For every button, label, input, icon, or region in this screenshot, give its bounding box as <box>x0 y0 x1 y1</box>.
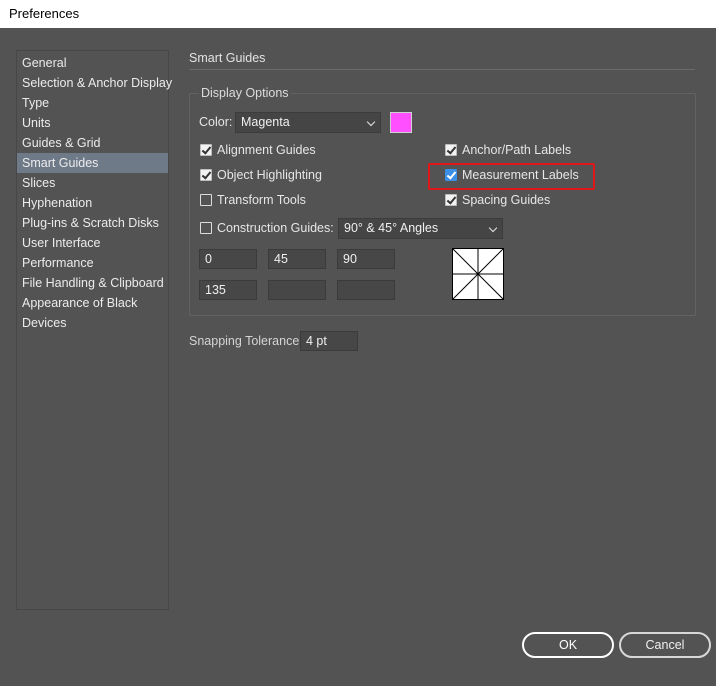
spacing-guides-checkbox[interactable] <box>445 194 457 206</box>
sidebar-item-units[interactable]: Units <box>17 113 168 133</box>
cancel-button[interactable]: Cancel <box>619 632 711 658</box>
snapping-tolerance-label: Snapping Tolerance: <box>189 334 303 348</box>
construction-guides-label: Construction Guides: <box>217 221 334 235</box>
sidebar-item-plugins-scratch-disks[interactable]: Plug-ins & Scratch Disks <box>17 213 168 233</box>
angle-preview-graphic <box>452 248 504 300</box>
angle-field-4[interactable]: 135 <box>199 280 257 300</box>
anchor-path-labels-checkbox[interactable] <box>445 144 457 156</box>
measurement-labels-checkbox[interactable] <box>445 169 457 181</box>
construction-angles-value: 90° & 45° Angles <box>344 221 439 235</box>
object-highlighting-label: Object Highlighting <box>217 168 322 182</box>
alignment-guides-label: Alignment Guides <box>217 143 316 157</box>
angle-field-5[interactable] <box>268 280 326 300</box>
window-title: Preferences <box>0 0 716 28</box>
measurement-labels-label: Measurement Labels <box>462 168 579 182</box>
sidebar-item-type[interactable]: Type <box>17 93 168 113</box>
preferences-dialog: General Selection & Anchor Display Type … <box>0 28 716 686</box>
transform-tools-checkbox[interactable] <box>200 194 212 206</box>
dialog-edge <box>0 650 4 686</box>
color-select[interactable]: Magenta <box>235 112 381 133</box>
angle-field-6[interactable] <box>337 280 395 300</box>
title-divider <box>189 69 695 70</box>
color-swatch[interactable] <box>390 112 412 133</box>
anchor-path-labels-label: Anchor/Path Labels <box>462 143 572 157</box>
sidebar-item-guides-grid[interactable]: Guides & Grid <box>17 133 168 153</box>
object-highlighting-checkbox[interactable] <box>200 169 212 181</box>
sidebar-item-performance[interactable]: Performance <box>17 253 168 273</box>
display-options-title: Display Options <box>199 86 291 100</box>
sidebar-item-slices[interactable]: Slices <box>17 173 168 193</box>
chevron-down-icon <box>366 117 376 127</box>
sidebar-item-file-handling-clipboard[interactable]: File Handling & Clipboard <box>17 273 168 293</box>
sidebar-item-appearance-of-black[interactable]: Appearance of Black <box>17 293 168 313</box>
angle-field-3[interactable]: 90 <box>337 249 395 269</box>
page-title: Smart Guides <box>189 51 266 65</box>
angle-field-2[interactable]: 45 <box>268 249 326 269</box>
spacing-guides-label: Spacing Guides <box>462 193 551 207</box>
construction-angles-select[interactable]: 90° & 45° Angles <box>338 218 503 239</box>
snapping-tolerance-input[interactable]: 4 pt <box>300 331 358 351</box>
chevron-down-icon <box>488 223 498 233</box>
construction-guides-checkbox[interactable] <box>200 222 212 234</box>
construction-angles-preview <box>452 248 504 300</box>
sidebar-item-devices[interactable]: Devices <box>17 313 168 333</box>
sidebar-item-selection-anchor-display[interactable]: Selection & Anchor Display <box>17 73 172 93</box>
sidebar-item-user-interface[interactable]: User Interface <box>17 233 168 253</box>
sidebar-item-hyphenation[interactable]: Hyphenation <box>17 193 168 213</box>
alignment-guides-checkbox[interactable] <box>200 144 212 156</box>
transform-tools-label: Transform Tools <box>217 193 306 207</box>
color-label: Color: <box>199 115 233 129</box>
sidebar-item-general[interactable]: General <box>17 53 168 73</box>
angle-field-1[interactable]: 0 <box>199 249 257 269</box>
color-select-value: Magenta <box>241 115 290 129</box>
preferences-sidebar: General Selection & Anchor Display Type … <box>16 50 172 610</box>
ok-button[interactable]: OK <box>522 632 614 658</box>
sidebar-item-smart-guides[interactable]: Smart Guides <box>17 153 168 173</box>
